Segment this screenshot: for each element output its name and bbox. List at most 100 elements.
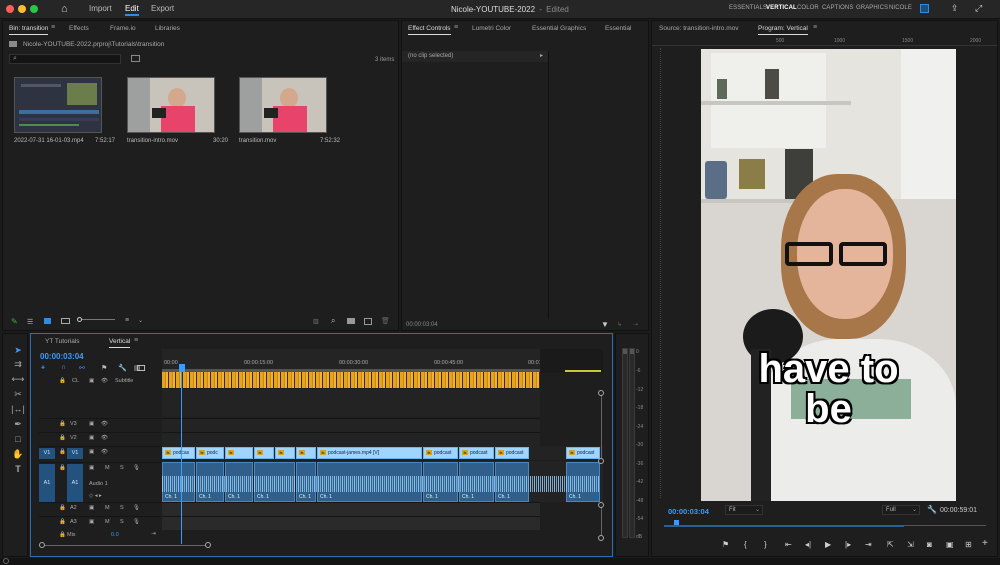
mix-value[interactable]: 0.0 [111,532,119,538]
keyframe-nav[interactable]: ◇ ◂ ▸ [89,493,102,499]
lock-icon[interactable]: 🔒 [59,519,66,525]
subtitle-clips[interactable] [162,372,540,388]
export-frame-icon[interactable]: ◙ [927,540,932,549]
workspace-captions[interactable]: CAPTIONS [822,5,853,11]
toggle-output-icon[interactable]: ▣ [89,378,94,384]
lift-icon[interactable]: ⇱ [887,540,894,549]
workspace-graphics[interactable]: GRAPHICS [856,5,888,11]
tab-effect-controls[interactable]: Effect Controls [408,25,451,35]
audio-clip[interactable]: Ch. 1 [317,462,422,502]
linked-selection-icon[interactable]: ⚯ [79,364,85,372]
v2-track[interactable] [162,432,540,446]
ripple-edit-tool-icon[interactable]: ⟷ [11,374,25,386]
step-forward-icon[interactable]: |▸ [845,540,851,549]
timeline-timecode[interactable]: 00:00:03:04 [40,352,84,361]
clip-thumbnail[interactable] [239,77,327,133]
toggle-sync-icon[interactable]: ▣ [89,465,94,471]
panel-menu-icon[interactable]: ≡ [454,24,458,31]
snap-icon[interactable]: ∩ [61,364,66,371]
timeline-horizontal-scrollbar[interactable] [39,542,211,548]
video-clip[interactable]: fx podcast [459,447,494,459]
audio-clip[interactable]: Ch. 1 [162,462,195,502]
toggle-sync-icon[interactable]: ▣ [89,449,94,455]
sort-icon[interactable]: ≡ [125,317,129,324]
audio-clip[interactable]: Ch. 1 [296,462,316,502]
timeline-ruler[interactable]: 00:00 00:00:15:00 00:00:30:00 00:00:45:0… [162,349,557,373]
audio-clip[interactable]: Ch. 1 [254,462,295,502]
quality-select[interactable]: Full ⌄ [882,505,920,515]
filter-icon[interactable]: ▼ [601,320,609,329]
mark-out-icon[interactable]: } [764,540,767,549]
lock-icon[interactable]: 🔒 [59,378,66,384]
panel-menu-icon[interactable]: ≡ [134,337,138,344]
lock-icon[interactable]: 🔒 [59,421,66,427]
solo-button[interactable]: S [120,519,124,525]
export-frame-icon[interactable]: ↳ [617,321,622,328]
tab-bin-transition[interactable]: Bin: transition [9,25,49,35]
add-marker-icon[interactable]: ⚑ [722,540,729,549]
a3-track[interactable] [162,516,540,530]
razor-tool-icon[interactable]: ✂ [11,389,25,401]
minimize-window-button[interactable] [18,5,26,13]
audio-clip[interactable]: Ch. 1 [459,462,494,502]
video-clip[interactable]: fx [296,447,316,459]
link-icon[interactable]: ⇢ [633,321,638,328]
playhead-handle[interactable] [179,364,185,372]
workspace-vertical[interactable]: VERTICAL [766,5,797,11]
video-clip[interactable]: fx [225,447,253,459]
lock-icon[interactable]: 🔒 [59,505,66,511]
icon-view-icon[interactable] [44,318,51,324]
a2-track[interactable] [162,502,540,516]
step-back-icon[interactable]: ◂| [805,540,811,549]
video-clip[interactable]: fx podcast-james.mp4 [V] [317,447,422,459]
mute-button[interactable]: M [105,505,110,511]
voiceover-icon[interactable]: 🎙 [133,505,140,511]
program-timecode[interactable]: 00:00:03:04 [668,507,709,516]
settings-icon[interactable]: ⊞ [965,540,972,549]
source-patch-v1[interactable]: V1 [39,448,55,459]
lock-icon[interactable]: 🔒 [59,532,66,538]
find-icon[interactable]: ⌕ [331,316,335,326]
toggle-sync-icon[interactable]: ▣ [89,435,94,441]
hand-tool-icon[interactable]: ✋ [11,449,25,461]
quick-export-icon[interactable] [920,4,929,13]
share-icon[interactable]: ⇪ [951,3,959,14]
track-label[interactable]: V1 [67,448,83,459]
v3-track[interactable] [162,418,540,432]
video-clip[interactable]: fx [275,447,295,459]
export-nav[interactable]: Export [151,4,174,13]
tab-effects[interactable]: Effects [69,25,89,32]
new-bin-icon[interactable] [347,318,355,324]
video-vertical-scrollbar[interactable] [598,390,604,464]
track-select-tool-icon[interactable]: ⇉ [11,359,25,371]
program-scrubber[interactable] [664,519,986,527]
video-clip[interactable]: fxpodcas [162,447,195,459]
audio-clip[interactable]: Ch. 1 [566,462,600,502]
eye-icon[interactable]: 👁 [101,435,108,441]
trash-icon[interactable]: 🗑 [381,317,390,325]
audio-clip[interactable]: Ch. 1 [225,462,253,502]
video-clip[interactable]: fx podcast [566,447,600,459]
play-icon[interactable]: ▶ [825,540,831,549]
pencil-icon[interactable]: ✎ [11,317,18,326]
tab-frameio[interactable]: Frame.io [110,25,136,32]
audio-clip[interactable]: Ch. 1 [423,462,458,502]
chevron-down-icon[interactable]: ⌄ [138,317,143,324]
fit-select[interactable]: Fit ⌄ [725,505,763,515]
chevron-right-icon[interactable]: ▸ [540,52,543,59]
solo-button[interactable]: S [120,465,124,471]
clip-thumbnail[interactable] [127,77,215,133]
lock-icon[interactable]: 🔒 [59,465,66,471]
wrench-icon[interactable]: 🔧 [118,364,127,372]
home-icon[interactable]: ⌂ [61,3,73,15]
voiceover-icon[interactable]: 🎙 [133,465,140,471]
pen-tool-icon[interactable]: ✒ [11,419,25,431]
edit-nav[interactable]: Edit [125,4,139,16]
list-view-icon[interactable]: ☰ [27,318,33,326]
zoom-slider[interactable] [77,317,115,322]
workspace-essentials[interactable]: ESSENTIALS [729,5,767,11]
tab-source-monitor[interactable]: Source: transition-intro.mov [659,25,738,32]
panel-menu-icon[interactable]: ≡ [51,24,55,31]
nest-icon[interactable]: ⚹ [41,364,45,372]
go-to-in-icon[interactable]: ⇤ [785,540,792,549]
